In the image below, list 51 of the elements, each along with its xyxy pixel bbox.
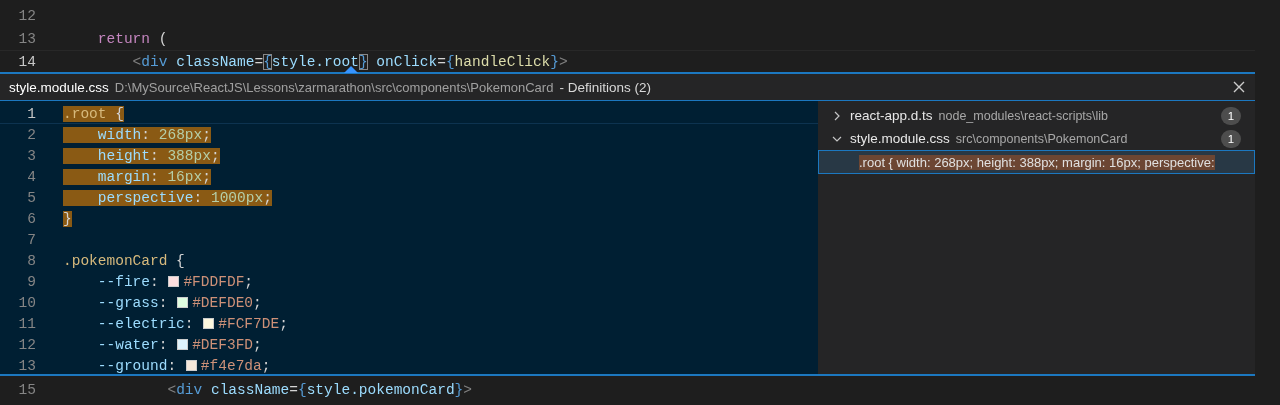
reference-file-path: node_modules\react-scripts\lib <box>938 108 1109 123</box>
code-text: .root { <box>63 105 124 122</box>
reference-file-name: react-app.d.ts <box>850 108 933 123</box>
line-number: 11 <box>17 315 36 332</box>
reference-file-item[interactable]: react-app.d.ts node_modules\react-scripts\lib 1 <box>818 104 1255 127</box>
line-number: 5 <box>26 189 36 206</box>
close-icon <box>1233 81 1245 93</box>
line-number: 1 <box>26 105 36 122</box>
line-number: 2 <box>26 126 36 143</box>
line-number: 12 <box>17 7 36 24</box>
reference-file-path: src\components\PokemonCard <box>955 131 1128 146</box>
peek-file-name: style.module.css <box>9 79 109 95</box>
code-text: perspective: 1000px; <box>96 189 272 206</box>
line-number: 9 <box>26 273 36 290</box>
line-number: 3 <box>26 147 36 164</box>
code-text: return ( <box>96 30 168 47</box>
count-badge: 1 <box>1221 129 1241 148</box>
code-text: --fire: <box>96 273 160 290</box>
line-number: 4 <box>26 168 36 185</box>
line-number: 6 <box>26 210 36 227</box>
code-text: margin: 16px; <box>96 168 211 185</box>
line-number: 14 <box>17 53 36 70</box>
code-text: --grass: <box>96 294 169 311</box>
code-text: width: 268px; <box>96 126 211 143</box>
count-badge: 1 <box>1221 106 1241 125</box>
reference-file-item[interactable]: style.module.css src\components\PokemonCard 1 <box>818 127 1255 150</box>
line-number: 7 <box>26 231 36 248</box>
reference-match-item[interactable]: .root { width: 268px; height: 388px; margin: 16px; perspective: <box>818 150 1255 174</box>
code-text: } <box>63 210 72 227</box>
code-text: height: 388px; <box>96 147 220 164</box>
code-text: .pokemonCard { <box>63 252 185 269</box>
code-text: --electric: <box>96 315 195 332</box>
code-text: #FCF7DE; <box>218 315 288 332</box>
close-button[interactable] <box>1231 79 1247 95</box>
line-number: 12 <box>17 336 36 353</box>
line-number: 13 <box>17 30 36 47</box>
code-text: #f4e7da; <box>200 357 271 374</box>
code-text: --water: <box>96 336 169 353</box>
code-text: #FDDFDF; <box>183 273 254 290</box>
line-number: 10 <box>17 294 36 311</box>
line-number: 13 <box>17 357 36 374</box>
code-text: #DEFDE0; <box>192 294 262 311</box>
reference-file-name: style.module.css <box>850 131 950 146</box>
code-text: #DEF3FD; <box>192 336 262 353</box>
line-number: 15 <box>17 381 36 398</box>
code-text: --ground: <box>96 357 178 374</box>
code-text: <div className={style.pokemonCard}> <box>166 381 472 398</box>
peek-file-path: D:\MySource\ReactJS\Lessons\zarmarathon\src\components\PokemonCard <box>114 79 554 95</box>
match-preview-text: .root { width: 268px; height: 388px; margin: 16px; perspective: <box>859 154 1215 170</box>
line-number: 8 <box>26 252 36 269</box>
peek-title: - Definitions (2) <box>559 79 651 95</box>
